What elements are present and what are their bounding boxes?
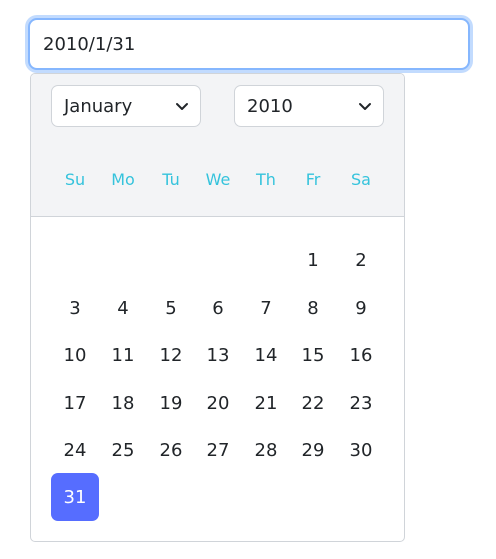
day-cell[interactable]: 13 [194,331,242,379]
weekday-label: Th [256,170,276,189]
day-cell[interactable]: 29 [289,426,337,474]
day-cell-selected[interactable]: 31 [51,473,99,521]
day-cell[interactable]: 26 [147,426,195,474]
day-cell[interactable]: 15 [289,331,337,379]
day-cell[interactable]: 18 [99,379,147,427]
month-select-value: January [64,95,133,117]
day-cell[interactable]: 5 [147,284,195,332]
day-cell[interactable]: 1 [289,236,337,284]
weekday-label: We [205,170,231,189]
day-cell[interactable]: 30 [337,426,385,474]
day-cell[interactable]: 23 [337,379,385,427]
weekday-label: Fr [305,170,321,189]
day-cell[interactable]: 24 [51,426,99,474]
date-input-value: 2010/1/31 [43,33,136,55]
day-cell[interactable]: 14 [242,331,290,379]
weekday-label: Tu [162,170,180,189]
weekday-label: Sa [351,170,371,189]
day-cell[interactable]: 21 [242,379,290,427]
day-cell[interactable]: 28 [242,426,290,474]
day-cell[interactable]: 7 [242,284,290,332]
day-cell[interactable]: 11 [99,331,147,379]
chevron-down-icon [359,103,371,110]
datepicker-popup: January 2010 Su Mo Tu We Th Fr Sa 1 2 3 … [30,73,405,542]
year-select-value: 2010 [247,95,293,117]
day-cell[interactable]: 3 [51,284,99,332]
day-cell[interactable]: 16 [337,331,385,379]
day-cell[interactable]: 2 [337,236,385,284]
day-cell[interactable]: 9 [337,284,385,332]
day-cell[interactable]: 12 [147,331,195,379]
day-cell[interactable]: 10 [51,331,99,379]
day-cell[interactable]: 22 [289,379,337,427]
day-cell[interactable]: 27 [194,426,242,474]
month-select[interactable]: January [51,85,201,127]
day-cell[interactable]: 20 [194,379,242,427]
day-cell[interactable]: 8 [289,284,337,332]
date-input[interactable]: 2010/1/31 [28,18,470,70]
year-select[interactable]: 2010 [234,85,384,127]
weekday-label: Su [64,170,86,189]
datepicker-header: January 2010 Su Mo Tu We Th Fr Sa [31,74,404,217]
chevron-down-icon [176,103,188,110]
day-cell[interactable]: 17 [51,379,99,427]
day-cell[interactable]: 6 [194,284,242,332]
weekday-label: Mo [111,170,135,189]
day-cell[interactable]: 25 [99,426,147,474]
day-cell[interactable]: 19 [147,379,195,427]
day-cell[interactable]: 4 [99,284,147,332]
